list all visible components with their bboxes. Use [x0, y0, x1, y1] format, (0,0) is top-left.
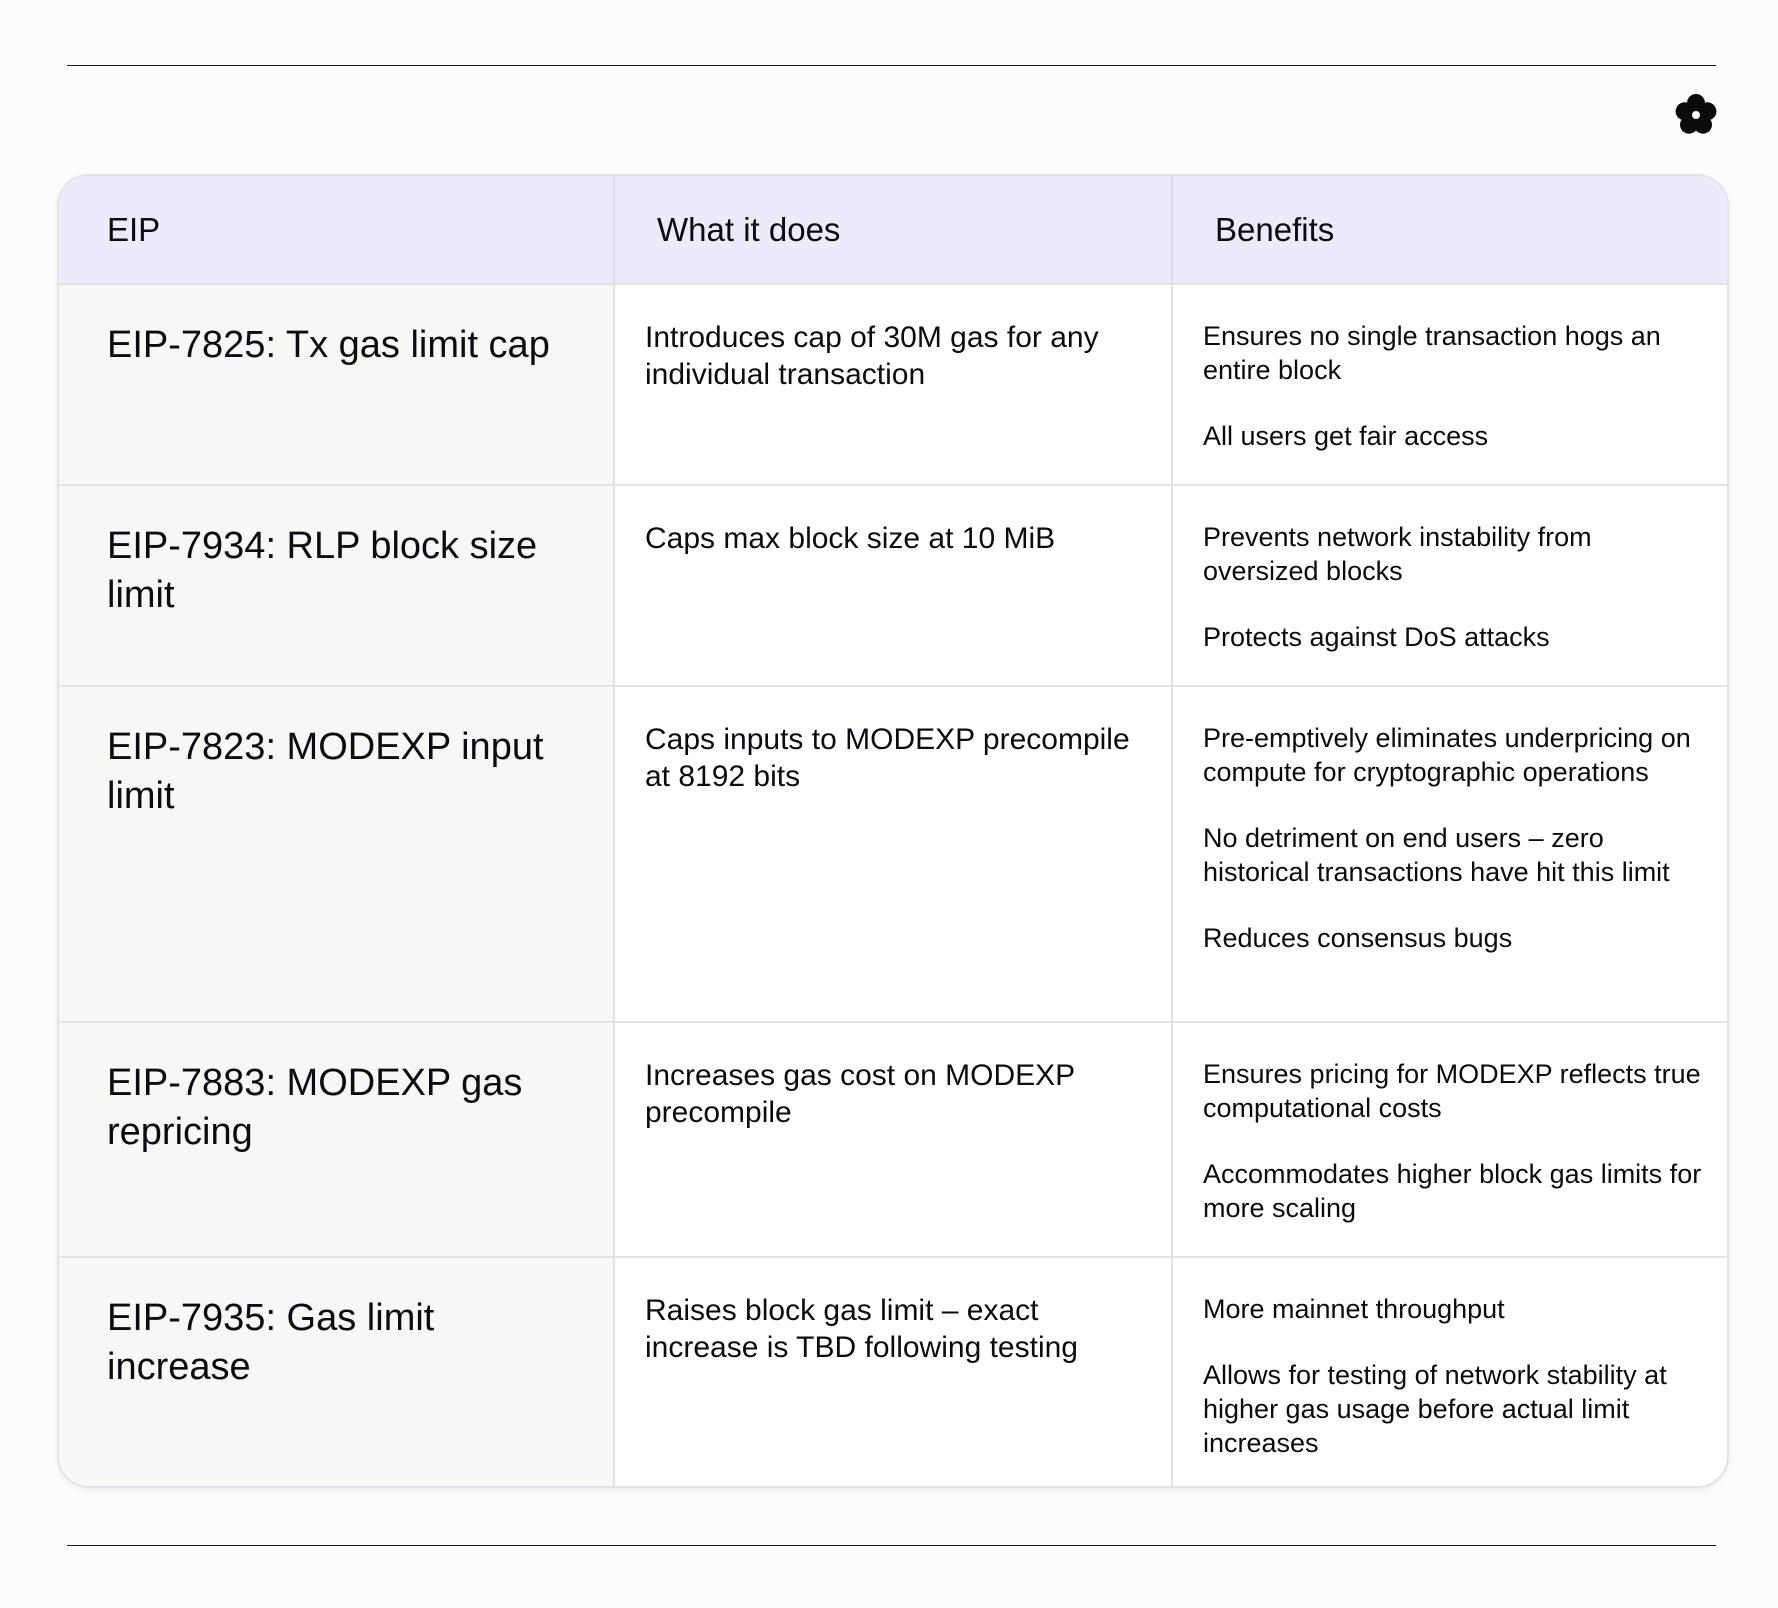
what-it-does-text: Caps inputs to MODEXP precompile at 8192…: [645, 723, 1130, 793]
header-cell-benefits: Benefits: [1171, 176, 1727, 283]
what-it-does-text: Caps max block size at 10 MiB: [645, 522, 1056, 555]
benefit-item: Allows for testing of network stability …: [1203, 1360, 1667, 1458]
what-cell: Caps max block size at 10 MiB: [613, 486, 1171, 685]
benefit-item: No detriment on end users – zero histori…: [1203, 823, 1670, 887]
eip-cell: EIP-7935: Gas limit increase: [59, 1258, 613, 1486]
what-it-does-text: Introduces cap of 30M gas for any indivi…: [645, 321, 1099, 391]
eip-title: EIP-7934: RLP block size limit: [107, 525, 538, 616]
benefit-item: Reduces consensus bugs: [1203, 923, 1513, 953]
table-row: EIP-7934: RLP block size limit Caps max …: [59, 486, 1727, 687]
bottom-divider: [67, 1545, 1716, 1546]
eip-title: EIP-7823: MODEXP input limit: [107, 726, 544, 817]
table-row: EIP-7935: Gas limit increase Raises bloc…: [59, 1258, 1727, 1486]
what-cell: Introduces cap of 30M gas for any indivi…: [613, 285, 1171, 484]
column-header: What it does: [657, 211, 841, 248]
eip-cell: EIP-7883: MODEXP gas repricing: [59, 1023, 613, 1256]
what-it-does-text: Increases gas cost on MODEXP precompile: [645, 1059, 1075, 1129]
eip-table: EIP What it does Benefits EIP-7825: Tx g…: [57, 174, 1729, 1488]
benefits-cell: Pre-emptively eliminates underpricing on…: [1171, 687, 1727, 1021]
header-cell-eip: EIP: [59, 176, 613, 283]
eip-title: EIP-7825: Tx gas limit cap: [107, 324, 550, 366]
column-header: Benefits: [1215, 211, 1335, 248]
flower-logo-icon: [1675, 94, 1717, 134]
eip-cell: EIP-7823: MODEXP input limit: [59, 687, 613, 1021]
table-row: EIP-7825: Tx gas limit cap Introduces ca…: [59, 285, 1727, 486]
benefit-item: Accommodates higher block gas limits for…: [1203, 1159, 1702, 1223]
what-it-does-text: Raises block gas limit – exact increase …: [645, 1294, 1078, 1364]
benefit-item: Ensures no single transaction hogs an en…: [1203, 321, 1661, 385]
header-cell-what: What it does: [613, 176, 1171, 283]
benefit-item: Prevents network instability from oversi…: [1203, 522, 1592, 586]
column-header: EIP: [107, 211, 161, 248]
eip-cell: EIP-7825: Tx gas limit cap: [59, 285, 613, 484]
what-cell: Increases gas cost on MODEXP precompile: [613, 1023, 1171, 1256]
benefit-item: More mainnet throughput: [1203, 1294, 1505, 1324]
eip-title: EIP-7883: MODEXP gas repricing: [107, 1062, 523, 1153]
eip-cell: EIP-7934: RLP block size limit: [59, 486, 613, 685]
benefits-cell: Ensures no single transaction hogs an en…: [1171, 285, 1727, 484]
table-row: EIP-7823: MODEXP input limit Caps inputs…: [59, 687, 1727, 1023]
table-row: EIP-7883: MODEXP gas repricing Increases…: [59, 1023, 1727, 1258]
benefit-item: Ensures pricing for MODEXP reflects true…: [1203, 1059, 1701, 1123]
eip-title: EIP-7935: Gas limit increase: [107, 1297, 435, 1388]
what-cell: Caps inputs to MODEXP precompile at 8192…: [613, 687, 1171, 1021]
benefits-cell: Ensures pricing for MODEXP reflects true…: [1171, 1023, 1727, 1256]
top-divider: [67, 65, 1716, 66]
benefits-cell: More mainnet throughput Allows for testi…: [1171, 1258, 1727, 1486]
benefit-item: Protects against DoS attacks: [1203, 622, 1550, 652]
benefit-item: Pre-emptively eliminates underpricing on…: [1203, 723, 1691, 787]
what-cell: Raises block gas limit – exact increase …: [613, 1258, 1171, 1486]
benefits-cell: Prevents network instability from oversi…: [1171, 486, 1727, 685]
benefit-item: All users get fair access: [1203, 421, 1489, 451]
table-header-row: EIP What it does Benefits: [59, 176, 1727, 285]
